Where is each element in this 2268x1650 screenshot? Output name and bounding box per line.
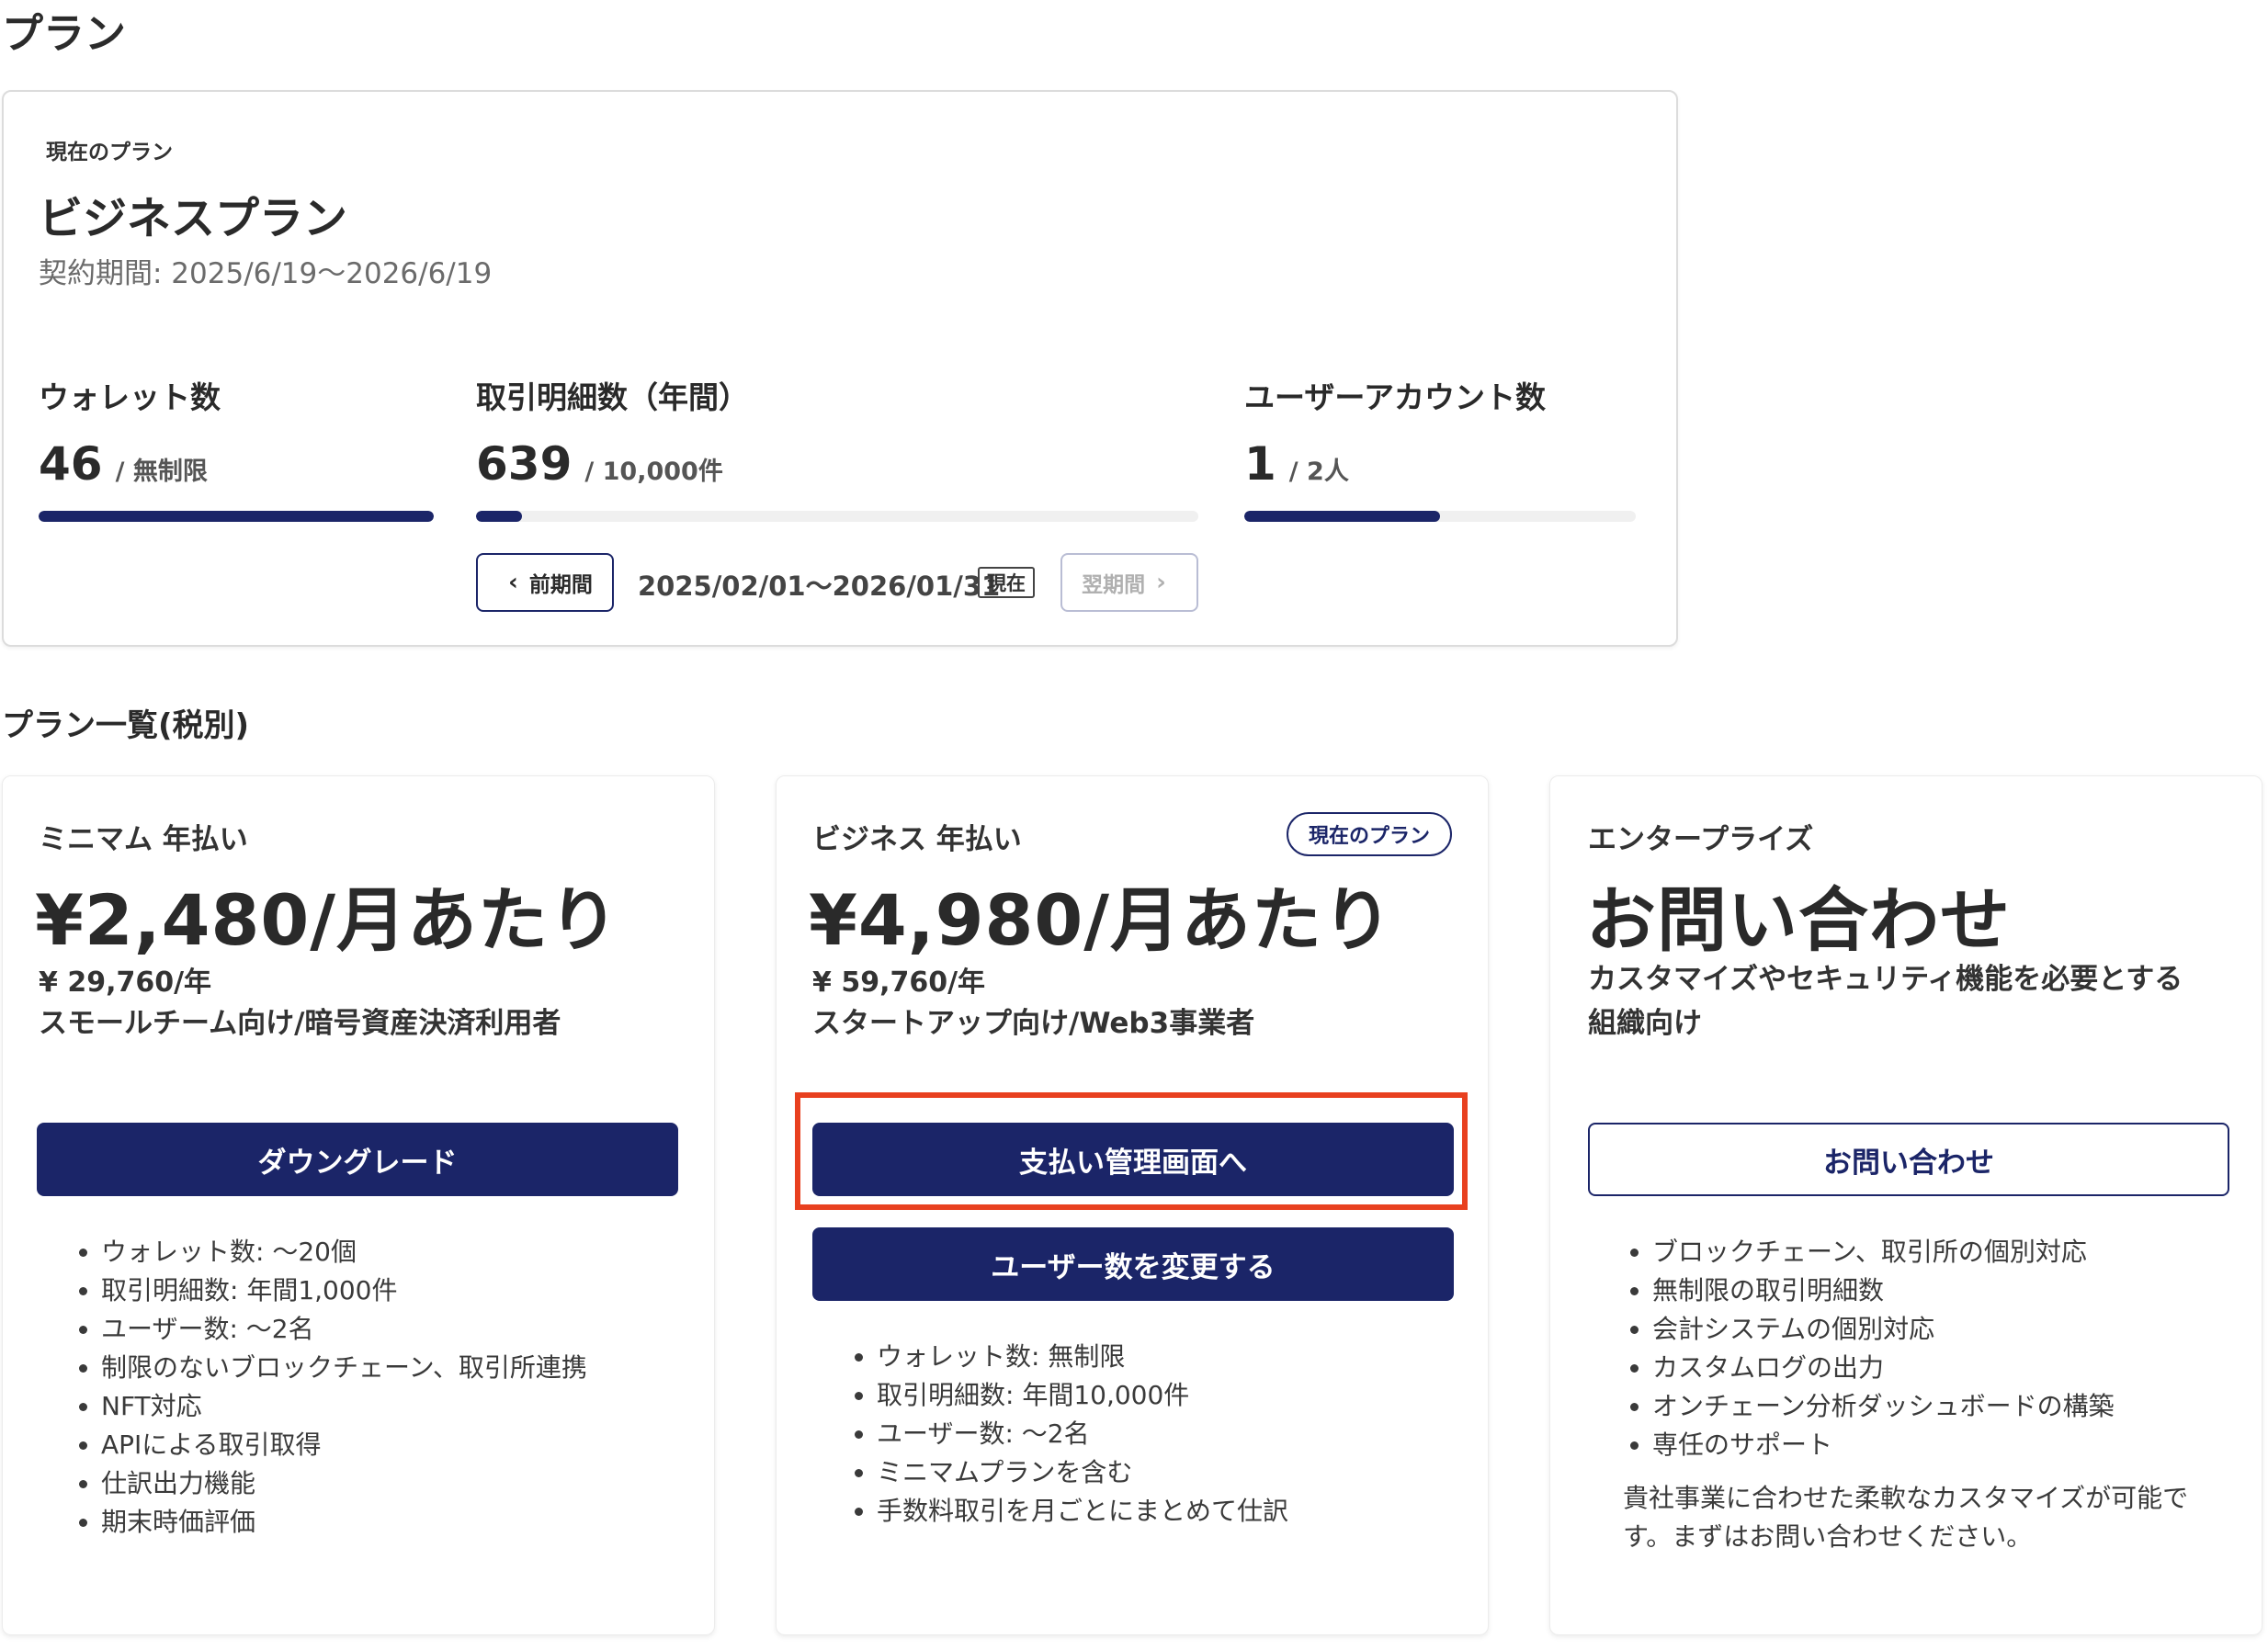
feature-item: NFT対応 <box>101 1387 587 1426</box>
page-title: プラン <box>2 9 127 58</box>
feature-item: 会計システムの個別対応 <box>1652 1310 2115 1349</box>
feature-item: ウォレット数: 無制限 <box>877 1338 1288 1376</box>
metric-count: 639 <box>476 437 573 491</box>
feature-item: 取引明細数: 年間10,000件 <box>877 1376 1288 1415</box>
feature-item: 仕訳出力機能 <box>101 1464 587 1503</box>
previous-period-label: 前期間 <box>528 573 593 597</box>
previous-period-button[interactable]: ‹ 前期間 <box>476 553 614 612</box>
next-period-button[interactable]: 翌期間 › <box>1060 553 1198 612</box>
plan-description-line: 組織向け <box>1588 1007 1702 1040</box>
current-plan-name: ビジネスプラン <box>39 193 348 244</box>
metric-value-users: 1 / 2人 <box>1244 437 1349 491</box>
feature-item: 無制限の取引明細数 <box>1652 1271 2115 1310</box>
feature-item: ユーザー数: 〜2名 <box>101 1310 587 1349</box>
usage-bar-users <box>1244 511 1636 522</box>
metric-value-transactions: 639 / 10,000件 <box>476 437 723 491</box>
metric-limit: / 10,000件 <box>584 458 723 486</box>
chevron-right-icon: › <box>1156 569 1166 596</box>
feature-item: ミニマムプランを含む <box>877 1453 1288 1492</box>
plan-price: ¥2,480/月あたり <box>35 879 620 961</box>
metric-label-users: ユーザーアカウント数 <box>1244 379 1547 415</box>
feature-item: オンチェーン分析ダッシュボードの構築 <box>1652 1387 2115 1426</box>
plan-name: エンタープライズ <box>1588 823 1814 856</box>
metric-label-wallets: ウォレット数 <box>39 379 221 415</box>
usage-bar-transactions <box>476 511 1198 522</box>
metric-limit: / 2人 <box>1288 458 1349 486</box>
feature-item: 専任のサポート <box>1652 1426 2115 1464</box>
feature-item: 期末時価評価 <box>101 1503 587 1542</box>
plan-description-line: カスタマイズやセキュリティ機能を必要とする <box>1588 963 2183 996</box>
feature-list-minimum: ウォレット数: 〜20個 取引明細数: 年間1,000件 ユーザー数: 〜2名 … <box>64 1233 587 1542</box>
current-plan-card <box>2 90 1678 647</box>
metric-value-wallets: 46 / 無制限 <box>39 437 208 491</box>
downgrade-button[interactable]: ダウングレード <box>37 1123 678 1196</box>
plans-section-title: プラン一覧(税別) <box>2 707 250 744</box>
feature-item: APIによる取引取得 <box>101 1426 587 1464</box>
payment-management-button[interactable]: 支払い管理画面へ <box>812 1123 1454 1196</box>
feature-item: 取引明細数: 年間1,000件 <box>101 1271 587 1310</box>
feature-item: カスタムログの出力 <box>1652 1349 2115 1387</box>
next-period-label: 翌期間 <box>1082 573 1146 597</box>
current-period-badge: 現在 <box>978 567 1035 598</box>
feature-list-enterprise: ブロックチェーン、取引所の個別対応 無制限の取引明細数 会計システムの個別対応 … <box>1616 1233 2115 1464</box>
feature-item: ウォレット数: 〜20個 <box>101 1233 587 1271</box>
metric-count: 1 <box>1244 437 1276 491</box>
chevron-left-icon: ‹ <box>508 569 518 596</box>
current-plan-label: 現在のプラン <box>46 141 173 164</box>
usage-bar-fill <box>1244 511 1440 522</box>
plan-price: お問い合わせ <box>1586 879 2011 961</box>
plan-description: スモールチーム向け/暗号資産決済利用者 <box>39 1007 561 1040</box>
metric-count: 46 <box>39 437 103 491</box>
plan-yearly-price: ¥ 29,760/年 <box>39 966 212 999</box>
feature-item: 制限のないブロックチェーン、取引所連携 <box>101 1349 587 1387</box>
contract-period: 契約期間: 2025/6/19〜2026/6/19 <box>39 257 493 290</box>
feature-item: 手数料取引を月ごとにまとめて仕訳 <box>877 1492 1288 1531</box>
current-plan-badge: 現在のプラン <box>1287 812 1452 856</box>
plan-name: ミニマム 年払い <box>39 823 248 856</box>
contact-button[interactable]: お問い合わせ <box>1588 1123 2229 1196</box>
plan-name: ビジネス 年払い <box>812 823 1022 856</box>
change-user-count-button[interactable]: ユーザー数を変更する <box>812 1227 1454 1301</box>
usage-bar-fill <box>476 511 523 522</box>
plan-yearly-price: ¥ 59,760/年 <box>812 966 986 999</box>
plan-description: スタートアップ向け/Web3事業者 <box>812 1007 1255 1040</box>
plan-description: カスタマイズやセキュリティ機能を必要とする 組織向け <box>1588 957 2183 1045</box>
feature-item: ブロックチェーン、取引所の個別対応 <box>1652 1233 2115 1271</box>
feature-item: ユーザー数: 〜2名 <box>877 1415 1288 1453</box>
metric-limit: / 無制限 <box>115 458 208 486</box>
plan-price: ¥4,980/月あたり <box>809 879 1394 961</box>
usage-bar-wallets <box>39 511 434 522</box>
feature-list-business: ウォレット数: 無制限 取引明細数: 年間10,000件 ユーザー数: 〜2名 … <box>840 1338 1288 1531</box>
usage-bar-fill <box>39 511 434 522</box>
period-range: 2025/02/01〜2026/01/31 <box>638 571 1001 602</box>
metric-label-transactions: 取引明細数（年間） <box>476 379 749 415</box>
enterprise-note: 貴社事業に合わせた柔軟なカスタマイズが可能です。まずはお問い合わせください。 <box>1623 1483 2189 1552</box>
